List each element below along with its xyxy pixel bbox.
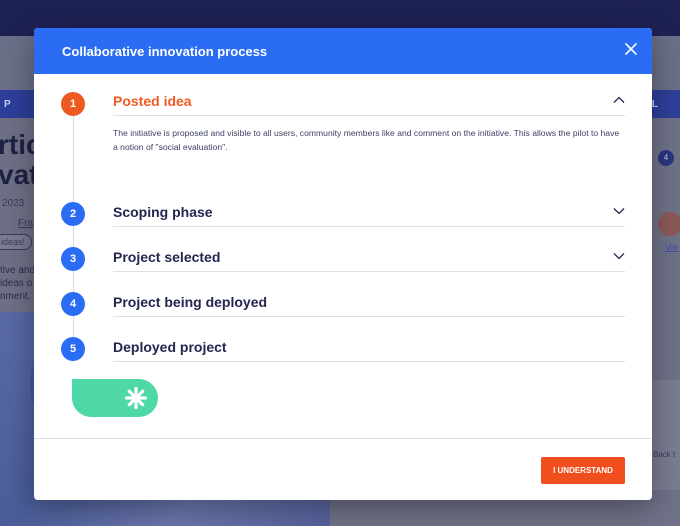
- background-badge: 4: [658, 150, 674, 166]
- step-3-header[interactable]: Project selected: [113, 245, 625, 272]
- step-2-number: 2: [61, 202, 85, 226]
- background-box: [650, 380, 680, 490]
- chevron-down-icon[interactable]: [613, 207, 625, 215]
- close-icon[interactable]: [624, 42, 638, 56]
- step-1-header[interactable]: Posted idea: [113, 90, 625, 116]
- step-1-description: The initiative is proposed and visible t…: [113, 128, 620, 152]
- modal-body: 1 Posted idea The initiative is proposed…: [34, 74, 652, 438]
- chevron-down-icon[interactable]: [613, 252, 625, 260]
- background-tag: ideas!: [0, 234, 33, 250]
- chevron-up-icon[interactable]: [613, 96, 625, 104]
- background-back-label: Back t: [653, 450, 676, 459]
- process-modal: Collaborative innovation process 1 Poste…: [34, 28, 652, 500]
- background-avatar: [658, 212, 680, 236]
- step-4-title: Project being deployed: [113, 294, 268, 310]
- background-nav-item-right: L: [651, 99, 658, 110]
- decoration-pill: [72, 379, 158, 417]
- modal-header: Collaborative innovation process: [34, 28, 652, 74]
- step-1-number: 1: [61, 92, 85, 116]
- timeline-line: [73, 104, 74, 354]
- step-2-title: Scoping phase: [113, 204, 213, 220]
- step-1-title: Posted idea: [113, 93, 192, 109]
- background-date: 2023: [2, 198, 25, 209]
- modal-title: Collaborative innovation process: [62, 44, 268, 59]
- step-3-number: 3: [61, 247, 85, 271]
- step-5-title: Deployed project: [113, 339, 227, 355]
- background-nav-item-left: P: [4, 99, 11, 110]
- step-5-number: 5: [61, 337, 85, 361]
- step-5-header: Deployed project: [113, 335, 625, 362]
- background-link: Vie: [665, 242, 678, 252]
- step-2-header[interactable]: Scoping phase: [113, 200, 625, 227]
- modal-footer: I UNDERSTAND: [34, 438, 652, 500]
- step-4-header: Project being deployed: [113, 290, 625, 317]
- background-text: tive and ideas o nment. I: [0, 265, 37, 302]
- understand-button[interactable]: I UNDERSTAND: [541, 457, 625, 484]
- background-author: Fra: [18, 218, 33, 229]
- step-3-title: Project selected: [113, 249, 221, 265]
- asterisk-icon: [124, 386, 148, 410]
- step-4-number: 4: [61, 292, 85, 316]
